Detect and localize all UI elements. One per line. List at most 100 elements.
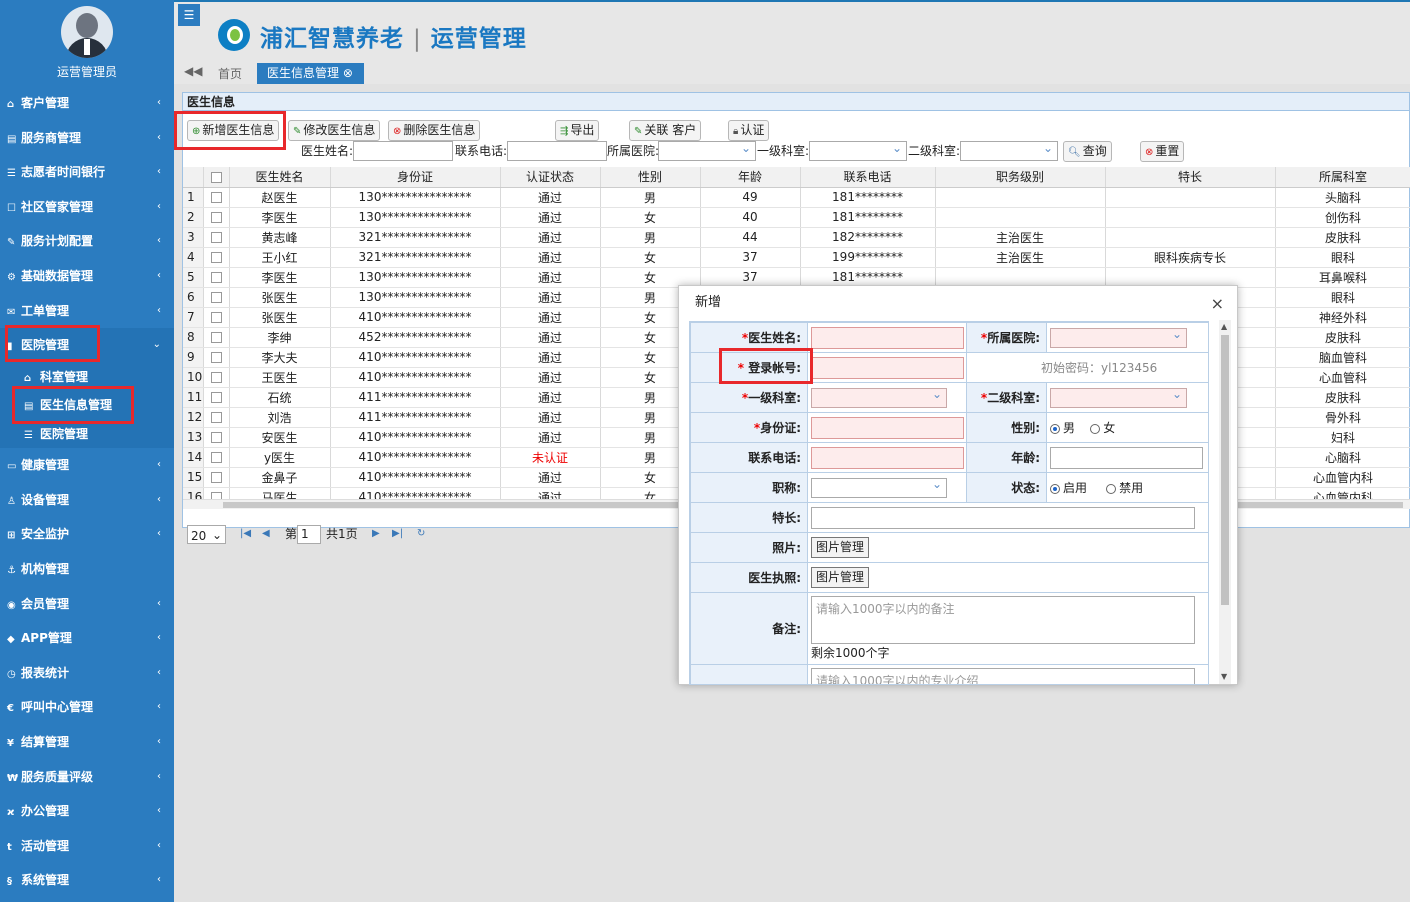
age-input[interactable]	[1050, 446, 1203, 469]
add-doctor-button[interactable]: ⊕ 新增医生信息	[187, 120, 280, 141]
row-checkbox-cell[interactable]	[203, 427, 230, 448]
link-customer-button[interactable]: ✎ 关联 客户	[629, 120, 702, 141]
row-checkbox-cell[interactable]	[203, 247, 230, 268]
menu-toggle-button[interactable]: ☰	[178, 4, 200, 26]
row-checkbox[interactable]	[210, 252, 222, 263]
tab-doctor-info[interactable]: 医生信息管理 ⊗	[257, 63, 364, 84]
row-checkbox-cell[interactable]	[203, 287, 230, 308]
dept1-select[interactable]	[811, 387, 947, 408]
avatar[interactable]	[61, 6, 113, 58]
sidebar-item-safety[interactable]: ⊞ 安全监护 ‹	[0, 517, 174, 552]
row-checkbox[interactable]	[210, 472, 222, 483]
table-row[interactable]: 5 李医生 130*************** 通过女 37 181******** 耳鼻…	[183, 267, 1410, 288]
column-header[interactable]: 所属科室	[1275, 167, 1410, 188]
sidebar-item-community[interactable]: ☐ 社区管家管理 ‹	[0, 190, 174, 225]
status-disabled-radio[interactable]	[1106, 483, 1117, 494]
page-input[interactable]: 1	[297, 525, 321, 544]
sidebar-item-office[interactable]: ϰ 办公管理 ‹	[0, 794, 174, 829]
close-icon[interactable]: ×	[1211, 294, 1224, 313]
photo-manage-button[interactable]: 图片管理	[811, 537, 870, 558]
edit-doctor-button[interactable]: ✎ 修改医生信息	[288, 120, 381, 141]
gender-female-radio[interactable]	[1090, 423, 1101, 434]
submenu-hospital[interactable]: ☰ 医院管理	[0, 420, 174, 449]
refresh-icon[interactable]: ↻	[417, 524, 425, 544]
remark-textarea[interactable]: 请输入1000字以内的备注	[811, 596, 1195, 644]
sidebar-item-plan[interactable]: ✎ 服务计划配置 ‹	[0, 224, 174, 259]
filter-name-input[interactable]	[353, 141, 453, 161]
row-checkbox[interactable]	[210, 292, 222, 303]
row-checkbox[interactable]	[210, 392, 222, 403]
column-header[interactable]: 年龄	[700, 167, 801, 188]
tab-home[interactable]: 首页	[218, 65, 242, 82]
table-row[interactable]: 3 黄志峰 321*************** 通过男 44 182******** 主治…	[183, 227, 1410, 248]
row-checkbox-cell[interactable]	[203, 447, 230, 468]
sidebar-item-settlement[interactable]: ¥ 结算管理 ‹	[0, 725, 174, 760]
sidebar-item-activity[interactable]: t 活动管理 ‹	[0, 829, 174, 864]
row-checkbox-cell[interactable]	[203, 467, 230, 488]
intro-textarea[interactable]: 请输入1000字以内的专业介绍	[811, 668, 1195, 684]
scroll-down-icon[interactable]: ▼	[1221, 672, 1227, 681]
sidebar-item-health[interactable]: ▭ 健康管理 ‹	[0, 448, 174, 483]
hospital-select[interactable]	[1050, 327, 1187, 348]
row-checkbox[interactable]	[210, 272, 222, 283]
title-select[interactable]	[811, 477, 947, 498]
filter-dept2-select[interactable]	[960, 141, 1058, 161]
tab-back-icon[interactable]: ◀◀	[184, 64, 202, 78]
filter-hospital-select[interactable]	[658, 141, 756, 161]
table-row[interactable]: 1 赵医生 130*************** 通过男 49 181******** 头脑…	[183, 187, 1410, 208]
export-button[interactable]: ⇶ 导出	[555, 120, 600, 141]
login-account-input[interactable]	[811, 356, 964, 379]
license-manage-button[interactable]: 图片管理	[811, 567, 870, 588]
prev-page-icon[interactable]: ◀	[262, 524, 270, 544]
row-checkbox[interactable]	[210, 412, 222, 423]
row-checkbox-cell[interactable]	[203, 267, 230, 288]
specialty-input[interactable]	[811, 506, 1195, 529]
filter-phone-input[interactable]	[507, 141, 607, 161]
idcard-input[interactable]	[811, 416, 964, 439]
status-enabled-radio[interactable]	[1050, 483, 1060, 494]
auth-button[interactable]: 🔒︎ 认证	[728, 120, 770, 141]
row-checkbox[interactable]	[210, 232, 222, 243]
row-checkbox-cell[interactable]	[203, 367, 230, 388]
table-row[interactable]: 2 李医生 130*************** 通过女 40 181******** 创伤…	[183, 207, 1410, 228]
sidebar-item-system[interactable]: § 系统管理 ‹	[0, 863, 174, 898]
submenu-dept[interactable]: ⌂ 科室管理	[0, 363, 174, 392]
row-checkbox-cell[interactable]	[203, 327, 230, 348]
next-page-icon[interactable]: ▶	[372, 524, 380, 544]
row-checkbox[interactable]	[210, 432, 222, 443]
row-checkbox[interactable]	[210, 192, 222, 203]
reset-button[interactable]: ⊗ 重置	[1140, 141, 1185, 162]
dept2-select[interactable]	[1050, 387, 1187, 408]
row-checkbox[interactable]	[210, 372, 222, 383]
sidebar-item-device[interactable]: ♙ 设备管理 ‹	[0, 483, 174, 518]
last-page-icon[interactable]: ▶|	[392, 524, 403, 544]
query-button[interactable]: 🔍︎ 查询	[1063, 141, 1112, 162]
dialog-scrollbar[interactable]: ▲ ▼	[1219, 320, 1231, 684]
row-checkbox[interactable]	[210, 352, 222, 363]
first-page-icon[interactable]: |◀	[240, 524, 251, 544]
sidebar-item-provider[interactable]: ▤ 服务商管理 ‹	[0, 121, 174, 156]
filter-dept1-select[interactable]	[809, 141, 907, 161]
gender-male-radio[interactable]	[1050, 423, 1060, 434]
doctor-name-input[interactable]	[811, 326, 964, 349]
sidebar-item-app[interactable]: ◆ APP管理 ‹	[0, 621, 174, 656]
table-row[interactable]: 4 王小红 321*************** 通过女 37 199******** 主治…	[183, 247, 1410, 268]
sidebar-item-member[interactable]: ◉ 会员管理 ‹	[0, 587, 174, 622]
sidebar-item-callcenter[interactable]: € 呼叫中心管理 ‹	[0, 690, 174, 725]
page-size-select[interactable]: 20 ⌄	[187, 525, 226, 544]
column-header[interactable]: 性别	[600, 167, 701, 188]
row-checkbox-cell[interactable]	[203, 227, 230, 248]
select-all-checkbox[interactable]	[210, 171, 222, 183]
submenu-doctor-info[interactable]: ▤ 医生信息管理	[0, 391, 174, 420]
header-checkbox[interactable]	[203, 167, 230, 188]
row-checkbox[interactable]	[210, 332, 222, 343]
row-checkbox[interactable]	[210, 452, 222, 463]
column-header[interactable]: 特长	[1105, 167, 1276, 188]
column-header[interactable]: 认证状态	[500, 167, 601, 188]
sidebar-item-customer[interactable]: ⌂ 客户管理 ‹	[0, 86, 174, 121]
sidebar-item-quality[interactable]: ₩ 服务质量评级 ‹	[0, 760, 174, 795]
delete-doctor-button[interactable]: ⊗ 删除医生信息	[388, 120, 481, 141]
row-checkbox[interactable]	[210, 312, 222, 323]
tab-close-icon[interactable]: ⊗	[343, 66, 353, 80]
column-header[interactable]: 联系电话	[800, 167, 936, 188]
